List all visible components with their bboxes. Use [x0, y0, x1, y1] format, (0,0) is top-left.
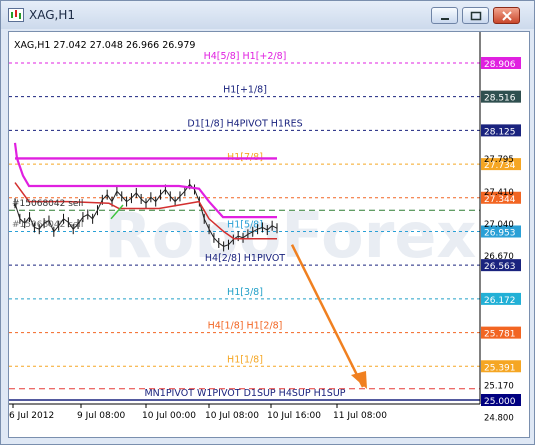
- window-title: XAG,H1: [29, 8, 75, 22]
- order-label: #15068042 sell: [12, 199, 83, 209]
- level-label: H1[+1/8]: [223, 85, 267, 96]
- x-tick-label: 10 Jul 08:00: [205, 411, 259, 421]
- chart-window: XAG,H1 RoboForex H4[5/8] H1[+2/8] 28.906 H…: [0, 0, 535, 445]
- price-level-value: 28.906: [484, 60, 516, 70]
- level-label: H4[1/8] H1[2/8]: [208, 321, 283, 332]
- y-tick-label: 25.170: [484, 381, 514, 391]
- x-tick-label: 10 Jul 16:00: [267, 411, 321, 421]
- title-bar[interactable]: XAG,H1: [1, 1, 534, 29]
- y-tick-label: 24.800: [484, 413, 514, 423]
- price-level-value: 25.000: [484, 397, 516, 407]
- minimize-button[interactable]: [431, 7, 458, 24]
- maximize-icon: [470, 11, 482, 21]
- maximize-button[interactable]: [462, 7, 489, 24]
- chart-window-icon: [8, 8, 24, 22]
- price-level-value: 25.391: [484, 363, 516, 373]
- y-tick-label: 26.670: [484, 252, 514, 262]
- level-label: MN1PIVOT W1PIVOT D1SUP H4SUP H1SUP: [144, 388, 345, 399]
- level-label: H4[5/8] H1[+2/8]: [204, 51, 287, 62]
- order-label-2: #15068042 sell: [12, 220, 83, 230]
- y-tick-label: 27.040: [484, 220, 514, 230]
- y-tick-label: 27.795: [484, 155, 514, 165]
- y-tick-label: 27.410: [484, 188, 514, 198]
- x-tick-label: 11 Jul 08:00: [333, 411, 387, 421]
- chart-header-text: XAG,H1 27.042 27.048 26.966 26.979: [14, 40, 195, 51]
- level-label: H4[2/8] H1PIVOT: [205, 253, 285, 264]
- close-button[interactable]: [493, 7, 520, 24]
- price-chart[interactable]: RoboForex H4[5/8] H1[+2/8] 28.906 H1[+1/8]…: [8, 31, 530, 438]
- minimize-icon: [441, 18, 449, 20]
- x-tick-label: 10 Jul 00:00: [142, 411, 196, 421]
- price-level-value: 25.781: [484, 330, 516, 340]
- price-level-value: 28.516: [484, 94, 516, 104]
- level-label: H1[3/8]: [227, 287, 263, 298]
- arrow-head-icon: [351, 371, 367, 390]
- chart-canvas[interactable]: RoboForex H4[5/8] H1[+2/8]28.906H1[+1/8]…: [9, 32, 529, 437]
- price-level-value: 28.125: [484, 127, 516, 137]
- close-icon: [502, 11, 512, 21]
- x-tick-label: 6 Jul 2012: [9, 411, 54, 421]
- x-tick-label: 9 Jul 08:00: [77, 411, 126, 421]
- price-level-value: 26.172: [484, 296, 516, 306]
- level-label: H1[1/8]: [227, 354, 263, 365]
- price-level-value: 26.563: [484, 262, 516, 272]
- price-level-value: 26.953: [484, 229, 516, 239]
- level-label: D1[1/8] H4PIVOT H1RES: [187, 118, 302, 129]
